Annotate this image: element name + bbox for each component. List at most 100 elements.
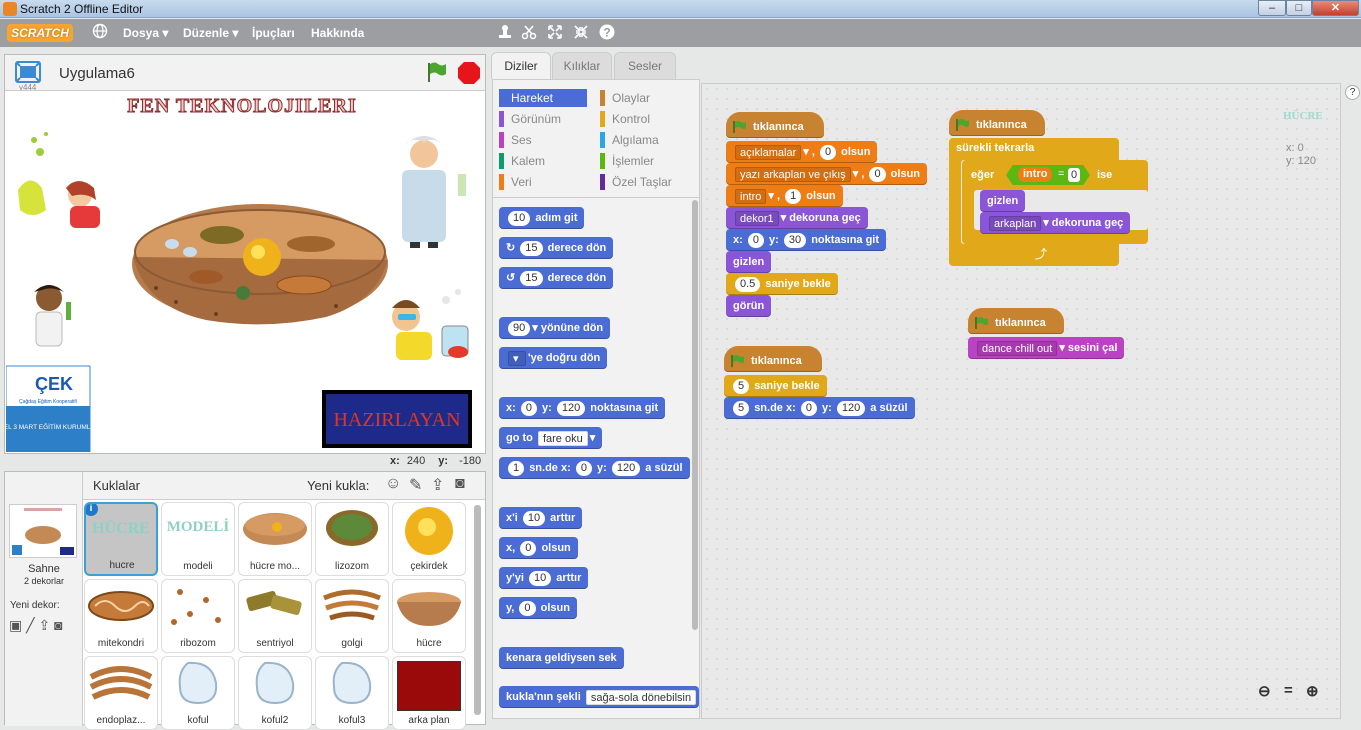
sprite-tile[interactable]: i HÜCRE hucre bbox=[84, 502, 158, 576]
sprite-tile[interactable]: hücre bbox=[392, 579, 466, 653]
menu-bar: SCRATCH Dosya ▾ Düzenle ▾ İpuçları Hakkı… bbox=[0, 19, 1361, 47]
sprite-tile[interactable]: koful2 bbox=[238, 656, 312, 730]
category-motion[interactable]: Hareket bbox=[499, 89, 587, 107]
block-move-steps[interactable]: 10 adım git bbox=[499, 207, 585, 229]
sprite-upload-icon[interactable]: ⇪ bbox=[431, 475, 444, 495]
wait-block[interactable]: 5 saniye bekle bbox=[724, 375, 827, 397]
sprite-tile[interactable]: golgi bbox=[315, 579, 389, 653]
sprite-camera-icon[interactable]: ◙ bbox=[455, 475, 465, 493]
zoom-in-icon[interactable]: ⊕ bbox=[1306, 682, 1319, 700]
turn-right-icon: ↻ bbox=[506, 242, 516, 254]
delete-cut-icon[interactable] bbox=[521, 24, 537, 44]
stop-sign-icon[interactable] bbox=[457, 61, 481, 88]
menu-edit[interactable]: Düzenle ▾ bbox=[183, 26, 238, 40]
backdrop-upload-icon[interactable]: ⇪ bbox=[38, 617, 50, 633]
info-icon[interactable]: i bbox=[86, 504, 98, 516]
when-flag-clicked-hat[interactable]: tıklanınca bbox=[726, 112, 824, 138]
project-name-field[interactable]: Uygulama6 bbox=[59, 65, 135, 82]
category-events[interactable]: Olaylar bbox=[600, 89, 696, 107]
globe-language-icon[interactable] bbox=[92, 23, 108, 43]
equals-operator[interactable]: intro = 0 bbox=[1006, 165, 1090, 185]
backdrop-paint-icon[interactable]: ╱ bbox=[26, 617, 34, 633]
sprite-tile[interactable]: MODELİ modeli bbox=[161, 502, 235, 576]
zoom-reset-icon[interactable]: = bbox=[1284, 682, 1293, 699]
sprite-tile[interactable]: koful bbox=[161, 656, 235, 730]
block-set-y[interactable]: y, 0 olsun bbox=[499, 597, 577, 619]
script-side-strip: ? bbox=[1343, 83, 1361, 719]
category-operators[interactable]: İşlemler bbox=[600, 152, 696, 170]
menu-about[interactable]: Hakkında bbox=[311, 26, 364, 40]
category-looks[interactable]: Görünüm bbox=[499, 110, 587, 128]
sprite-paint-icon[interactable]: ✎ bbox=[409, 475, 422, 495]
block-turn-left[interactable]: ↺ 15 derece dön bbox=[499, 267, 614, 289]
category-pen[interactable]: Kalem bbox=[499, 152, 587, 170]
grow-icon[interactable] bbox=[547, 24, 563, 44]
set-variable-block[interactable]: yazı arkaplan ve çıkış ▾ , 0 olsun bbox=[726, 163, 928, 185]
hide-block[interactable]: gizlen bbox=[980, 190, 1026, 212]
sprite-tile[interactable]: çekirdek bbox=[392, 502, 466, 576]
block-point-towards[interactable]: ▾'ye doğru dön bbox=[499, 347, 608, 369]
script-area[interactable]: HÜCRE x: 0 y: 120 tıklanınca açıklamalar… bbox=[701, 83, 1341, 719]
sprite-tile[interactable]: koful3 bbox=[315, 656, 389, 730]
switch-backdrop-block[interactable]: arkaplan ▾ dekoruna geç bbox=[980, 212, 1131, 234]
backdrop-camera-icon[interactable]: ◙ bbox=[54, 617, 62, 633]
menu-tips[interactable]: İpuçları bbox=[252, 26, 295, 40]
tab-sounds[interactable]: Sesler bbox=[614, 52, 676, 79]
sprite-tile[interactable]: ribozom bbox=[161, 579, 235, 653]
glide-block[interactable]: 5 sn.de x: 0 y: 120 a süzül bbox=[724, 397, 915, 419]
block-glide[interactable]: 1 sn.de x: 0 y: 120 a süzül bbox=[499, 457, 690, 479]
sprite-list-scrollbar[interactable] bbox=[474, 505, 481, 715]
duplicate-stamp-icon[interactable] bbox=[497, 24, 513, 44]
block-change-x[interactable]: x'i 10 arttır bbox=[499, 507, 583, 529]
help-side-icon[interactable]: ? bbox=[1345, 85, 1360, 100]
minimize-button[interactable]: – bbox=[1258, 0, 1286, 16]
wait-block[interactable]: 0.5 saniye bekle bbox=[726, 273, 838, 295]
sprite-tile[interactable]: sentriyol bbox=[238, 579, 312, 653]
when-flag-clicked-hat[interactable]: tıklanınca bbox=[724, 346, 822, 372]
category-control[interactable]: Kontrol bbox=[600, 110, 696, 128]
sprite-library-icon[interactable]: ☺ bbox=[385, 475, 401, 493]
menu-file[interactable]: Dosya ▾ bbox=[123, 26, 168, 40]
tab-scripts[interactable]: Diziler bbox=[491, 52, 551, 79]
sprite-tile[interactable]: lizozom bbox=[315, 502, 389, 576]
maximize-button[interactable]: □ bbox=[1286, 0, 1312, 16]
sprite-tile[interactable]: arka plan bbox=[392, 656, 466, 730]
set-variable-block[interactable]: intro ▾ , 1 olsun bbox=[726, 185, 843, 207]
help-icon[interactable]: ? bbox=[599, 24, 615, 44]
block-turn-right[interactable]: ↻ 15 derece dön bbox=[499, 237, 614, 259]
show-block[interactable]: görün bbox=[726, 295, 772, 317]
when-flag-clicked-hat[interactable]: tıklanınca bbox=[949, 110, 1045, 136]
category-sound[interactable]: Ses bbox=[499, 131, 587, 149]
block-change-y[interactable]: y'yi 10 arttır bbox=[499, 567, 589, 589]
sprite-tile[interactable]: hücre mo... bbox=[238, 502, 312, 576]
close-window-button[interactable]: ✕ bbox=[1312, 0, 1359, 16]
block-point-direction[interactable]: 90 ▾ yönüne dön bbox=[499, 317, 611, 339]
when-flag-clicked-hat[interactable]: tıklanınca bbox=[968, 308, 1064, 334]
scratch-logo[interactable]: SCRATCH bbox=[7, 24, 73, 42]
category-more-blocks[interactable]: Özel Taşlar bbox=[600, 173, 696, 191]
tab-costumes[interactable]: Kılıklar bbox=[552, 52, 612, 79]
stage-thumbnail[interactable] bbox=[9, 504, 77, 558]
palette-scrollbar[interactable] bbox=[692, 200, 698, 630]
hide-block[interactable]: gizlen bbox=[726, 251, 772, 273]
switch-backdrop-block[interactable]: dekor1 ▾ dekoruna geç bbox=[726, 207, 868, 229]
sprite-name: lizozom bbox=[335, 561, 369, 572]
shrink-icon[interactable] bbox=[573, 24, 589, 44]
set-variable-block[interactable]: açıklamalar ▾ , 0 olsun bbox=[726, 141, 878, 163]
goto-xy-block[interactable]: x: 0 y: 30 noktasına git bbox=[726, 229, 887, 251]
zoom-out-icon[interactable]: ⊖ bbox=[1258, 682, 1271, 700]
category-sensing[interactable]: Algılama bbox=[600, 131, 696, 149]
block-goto-xy[interactable]: x: 0 y: 120 noktasına git bbox=[499, 397, 666, 419]
sprite-name: sentriyol bbox=[256, 638, 294, 649]
block-goto-target[interactable]: go to fare oku ▾ bbox=[499, 427, 603, 449]
play-sound-block[interactable]: dance chill out ▾ sesini çal bbox=[968, 337, 1125, 359]
green-flag-icon[interactable] bbox=[426, 61, 448, 86]
sprite-tile[interactable]: endoplaz... bbox=[84, 656, 158, 730]
backdrop-library-icon[interactable]: ▣ bbox=[9, 617, 22, 633]
stage-canvas[interactable]: FEN TEKNOLOJILERI ÇEK Çağdaş Eğitim Koop… bbox=[6, 92, 484, 452]
sprite-tile[interactable]: mitekondri bbox=[84, 579, 158, 653]
block-set-x[interactable]: x, 0 olsun bbox=[499, 537, 578, 559]
block-bounce[interactable]: kenara geldiysen sek bbox=[499, 647, 624, 669]
block-rotation-style[interactable]: kukla'nın şekli sağa-sola dönebilsin bbox=[499, 686, 699, 708]
category-data[interactable]: Veri bbox=[499, 173, 587, 191]
